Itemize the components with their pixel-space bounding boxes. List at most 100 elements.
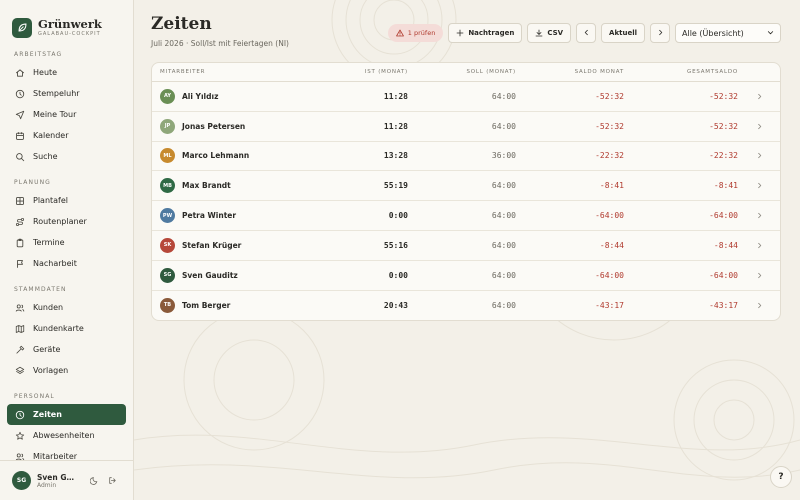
saldo-value: -43:17 <box>595 300 624 310</box>
ist-value: 11:28 <box>383 91 408 101</box>
soll-value: 64:00 <box>491 181 516 191</box>
sidebar-item-zeiten[interactable]: Zeiten <box>7 404 126 425</box>
sidebar-section-label: STAMMDATEN <box>14 286 67 293</box>
sidebar-item-label: Zeiten <box>33 410 62 419</box>
col-header-employee[interactable]: MITARBEITER <box>152 69 312 75</box>
chevron-right-icon <box>738 242 780 249</box>
table-row[interactable]: TB Tom Berger 20:43 64:00 -43:17 -43:17 <box>152 291 780 321</box>
sidebar-item-vorlagen[interactable]: Vorlagen <box>7 360 126 381</box>
sidebar-item-stempeluhr[interactable]: Stempeluhr <box>7 83 126 104</box>
chevron-right-icon <box>738 302 780 309</box>
employee-name: Jonas Petersen <box>182 121 246 131</box>
sidebar-item-label: Kunden <box>33 303 64 312</box>
saldo-value: -52:32 <box>595 91 624 101</box>
chevron-left-icon <box>583 29 590 38</box>
warning-icon <box>395 29 404 37</box>
employee-name: Max Brandt <box>182 181 231 191</box>
avatar: SG <box>160 267 175 283</box>
employee-filter-select[interactable]: Alle (Übersicht) <box>675 23 781 43</box>
clock-icon <box>14 409 26 421</box>
col-header-saldo[interactable]: SALDO MONAT <box>516 69 624 75</box>
warning-badge[interactable]: 1 prüfen <box>387 24 444 42</box>
moon-icon[interactable] <box>87 474 101 488</box>
col-header-soll[interactable]: SOLL (MONAT) <box>408 69 516 75</box>
help-button[interactable]: ? <box>770 466 792 488</box>
total-saldo-value: -8:41 <box>713 181 738 191</box>
table-row[interactable]: SK Stefan Krüger 55:16 64:00 -8:44 -8:44 <box>152 231 780 261</box>
calendar-icon <box>14 130 26 142</box>
sidebar-section-label: PERSONAL <box>14 393 55 400</box>
soll-value: 64:00 <box>491 211 516 221</box>
route-icon <box>14 216 26 228</box>
table-row[interactable]: AY Ali Yıldız 11:28 64:00 -52:32 -52:32 <box>152 82 780 112</box>
sidebar-item-meine-tour[interactable]: Meine Tour <box>7 104 126 125</box>
prev-month-button[interactable] <box>576 23 597 43</box>
sidebar-item-geraete[interactable]: Geräte <box>7 339 126 360</box>
sidebar-item-kunden[interactable]: Kunden <box>7 297 126 318</box>
sidebar-item-label: Termine <box>33 238 65 247</box>
saldo-value: -64:00 <box>595 211 624 221</box>
ist-value: 0:00 <box>388 270 408 280</box>
table-row[interactable]: PW Petra Winter 0:00 64:00 -64:00 -64:00 <box>152 201 780 231</box>
chevron-down-icon <box>767 29 774 38</box>
sidebar-item-kundenkarte[interactable]: Kundenkarte <box>7 318 126 339</box>
sidebar-section-label: ARBEITSTAG <box>14 51 63 58</box>
user-name: Sven Gauditz <box>37 472 79 482</box>
total-saldo-value: -8:44 <box>713 240 738 250</box>
sidebar-footer: SG Sven Gauditz Admin <box>0 460 134 500</box>
sidebar-item-suche[interactable]: Suche <box>7 146 126 167</box>
sidebar-item-kalender[interactable]: Kalender <box>7 125 126 146</box>
avatar[interactable]: SG <box>12 471 31 490</box>
table-body: AY Ali Yıldız 11:28 64:00 -52:32 -52:32 … <box>152 82 780 320</box>
csv-export-button[interactable]: CSV <box>527 23 572 43</box>
brand[interactable]: Grünwerk GALABAU-COCKPIT <box>0 0 133 44</box>
soll-value: 64:00 <box>491 121 516 131</box>
grid-icon <box>14 195 26 207</box>
sidebar-item-label: Meine Tour <box>33 110 77 119</box>
add-entry-button[interactable]: Nachtragen <box>448 23 523 43</box>
avatar: MB <box>160 178 175 194</box>
chevron-right-icon <box>738 182 780 189</box>
sidebar-item-heute[interactable]: Heute <box>7 62 126 83</box>
chevron-right-icon <box>738 272 780 279</box>
employee-name: Sven Gauditz <box>182 270 238 280</box>
avatar: JP <box>160 118 175 134</box>
table-row[interactable]: MB Max Brandt 55:19 64:00 -8:41 -8:41 <box>152 171 780 202</box>
logout-icon[interactable] <box>105 474 119 488</box>
sidebar-item-label: Heute <box>33 68 58 77</box>
col-header-ist[interactable]: IST (MONAT) <box>312 69 408 75</box>
sidebar-item-label: Nacharbeit <box>33 259 77 268</box>
saldo-value: -64:00 <box>595 270 624 280</box>
saldo-value: -52:32 <box>595 121 624 131</box>
table-row[interactable]: SG Sven Gauditz 0:00 64:00 -64:00 -64:00 <box>152 261 780 291</box>
next-month-button[interactable] <box>650 23 670 43</box>
total-saldo-value: -43:17 <box>709 300 738 310</box>
chevron-right-icon <box>738 93 780 100</box>
sidebar-nav: ARBEITSTAG Heute Stempeluhr Meine Tour Kalen… <box>0 48 133 467</box>
warning-label: 1 prüfen <box>407 29 436 37</box>
employee-name: Marco Lehmann <box>182 151 250 161</box>
sidebar-item-label: Routenplaner <box>33 217 87 226</box>
navigation-icon <box>14 109 26 121</box>
flag-icon <box>14 258 26 270</box>
sidebar-item-label: Abwesenheiten <box>33 431 95 440</box>
sidebar-item-nacharbeit[interactable]: Nacharbeit <box>7 253 126 274</box>
current-month-button[interactable]: Aktuell <box>601 23 645 43</box>
sidebar-item-plantafel[interactable]: Plantafel <box>7 190 126 211</box>
layers-icon <box>14 365 26 377</box>
brand-subtitle: GALABAU-COCKPIT <box>38 30 101 37</box>
sidebar-item-label: Vorlagen <box>33 366 69 375</box>
brand-name: Grünwerk <box>38 16 102 31</box>
col-header-total[interactable]: GESAMTSALDO <box>624 69 738 75</box>
sidebar-item-termine[interactable]: Termine <box>7 232 126 253</box>
table-row[interactable]: JP Jonas Petersen 11:28 64:00 -52:32 -52… <box>152 112 780 142</box>
sidebar: Grünwerk GALABAU-COCKPIT ARBEITSTAG Heute… <box>0 0 134 500</box>
sidebar-section-label: PLANUNG <box>14 179 51 186</box>
chevron-right-icon <box>657 29 664 38</box>
table-header: MITARBEITER IST (MONAT) SOLL (MONAT) SAL… <box>152 63 780 82</box>
sidebar-item-routenplaner[interactable]: Routenplaner <box>7 211 126 232</box>
sidebar-item-abwesenheiten[interactable]: Abwesenheiten <box>7 425 126 446</box>
table-row[interactable]: ML Marco Lehmann 13:28 36:00 -22:32 -22:… <box>152 142 780 172</box>
add-entry-label: Nachtragen <box>468 29 515 37</box>
sidebar-item-label: Geräte <box>33 345 61 354</box>
